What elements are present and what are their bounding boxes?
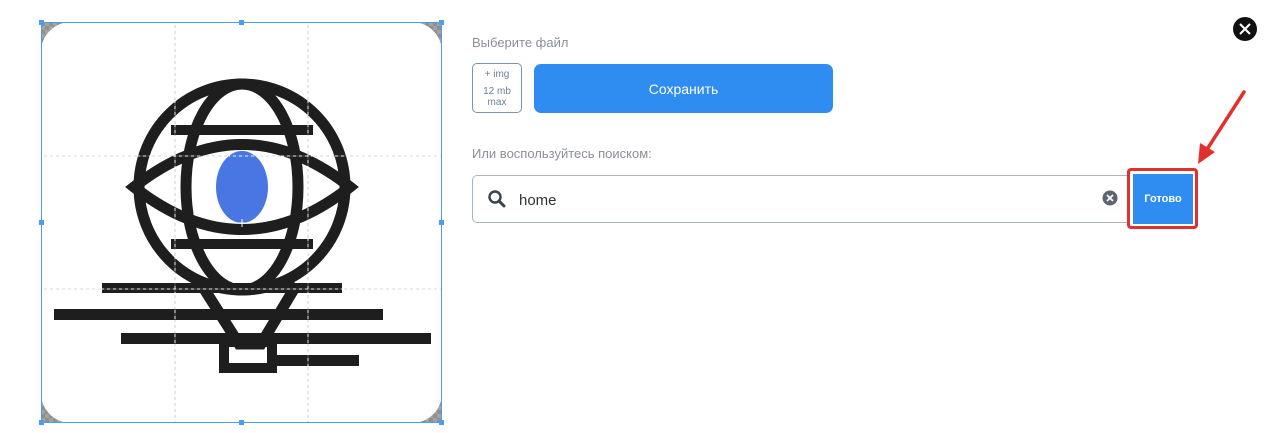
upload-plus-label: + img [484, 69, 510, 80]
icon-editor-dialog: Выберите файл + img 12 mb max Сохранить … [0, 0, 1265, 433]
crop-handle-left[interactable] [39, 220, 44, 225]
search-label: Или воспользуйтесь поиском: [472, 146, 652, 161]
arrow-icon [1198, 90, 1246, 164]
clear-icon[interactable] [1102, 190, 1118, 206]
crop-handle-right[interactable] [439, 220, 444, 225]
crop-area[interactable] [39, 20, 444, 425]
crop-handle-bottom-left[interactable] [39, 420, 44, 425]
close-icon [1239, 23, 1251, 35]
crop-handle-top-left[interactable] [39, 20, 44, 25]
upload-image-button[interactable]: + img 12 mb max [472, 63, 522, 113]
crop-handle-top[interactable] [239, 20, 244, 25]
crop-handle-bottom[interactable] [239, 420, 244, 425]
choose-file-label: Выберите файл [472, 35, 569, 50]
globe-base [219, 337, 277, 373]
search-input[interactable] [517, 186, 1081, 214]
crop-handle-bottom-right[interactable] [439, 420, 444, 425]
upload-max-label: max [487, 97, 507, 108]
save-button[interactable]: Сохранить [534, 64, 833, 113]
crop-handle-top-right[interactable] [439, 20, 444, 25]
done-button[interactable]: Готово [1133, 174, 1193, 224]
close-button[interactable] [1233, 17, 1257, 41]
bar-2 [54, 309, 383, 320]
eye-pupil [216, 151, 268, 223]
search-field[interactable] [472, 175, 1129, 223]
globe-eye-icon [54, 78, 431, 373]
bar-1 [102, 283, 342, 293]
search-icon [488, 190, 506, 208]
bar-4 [271, 355, 359, 366]
upload-size-label: 12 mb [483, 86, 511, 97]
